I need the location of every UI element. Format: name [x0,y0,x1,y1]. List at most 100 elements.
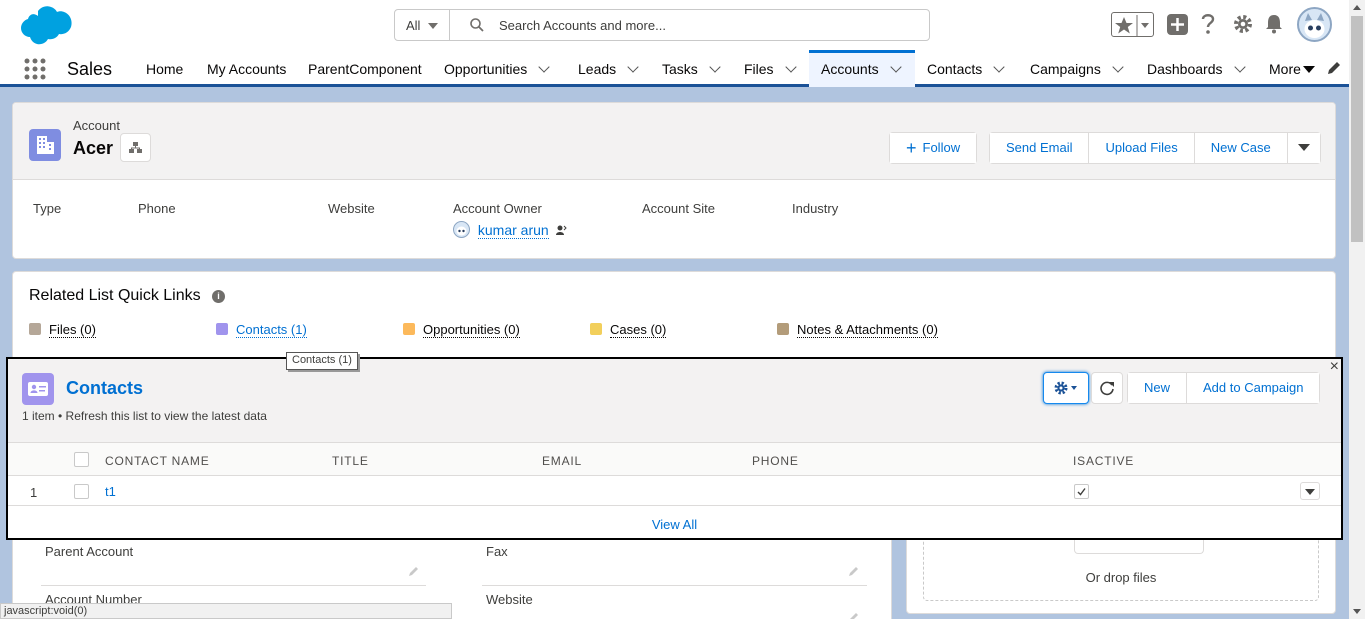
chevron-down-icon [1297,144,1310,151]
scroll-down-icon[interactable] [1353,609,1361,614]
browser-status-bar: javascript:void(0) [0,603,452,619]
scrollbar-thumb[interactable] [1351,16,1363,242]
hierarchy-icon [129,142,142,153]
table-row: 1 t1 [8,476,1341,506]
field-owner-label: Account Owner [453,201,542,216]
nav-label: Accounts [821,61,879,77]
chevron-down-icon[interactable] [709,61,721,73]
more-actions-button[interactable] [1287,133,1320,163]
drop-files-text: Or drop files [1085,570,1157,585]
column-header-title[interactable]: TITLE [332,454,369,468]
view-hierarchy-button[interactable] [120,133,151,162]
search-scope-dropdown[interactable]: All [395,10,450,40]
change-owner-icon[interactable] [555,224,567,236]
add-to-campaign-button[interactable]: Add to Campaign [1187,373,1320,403]
plus-icon: + [906,138,917,158]
global-actions-icon[interactable] [1167,14,1188,35]
global-search[interactable]: All [394,9,930,41]
column-header-email[interactable]: EMAIL [542,454,582,468]
column-header-contact-name[interactable]: CONTACT NAME [105,454,210,468]
nav-item-contacts[interactable]: Contacts [927,50,1005,87]
page-scrollbar[interactable] [1349,0,1365,619]
nav-label: Dashboards [1147,61,1223,77]
search-scope-label: All [406,18,421,33]
related-list-quick-links: Related List Quick Links i Files (0) Con… [12,271,1336,361]
quick-link-notes-attachments[interactable]: Notes & Attachments (0) [777,322,938,338]
app-navigation: Sales Home My Accounts ParentComponent O… [0,50,1349,87]
nav-item-leads[interactable]: Leads [578,50,639,87]
chevron-down-icon[interactable] [889,61,902,73]
help-icon[interactable] [1200,13,1216,35]
select-all-checkbox[interactable] [74,452,89,467]
close-icon[interactable]: × [1330,358,1339,376]
quick-link-cases[interactable]: Cases (0) [590,322,667,338]
chevron-down-icon[interactable] [784,61,797,73]
nav-item-accounts[interactable]: Accounts [809,50,915,87]
list-settings-button[interactable] [1043,372,1089,404]
edit-pencil-icon[interactable] [848,565,860,577]
send-email-button[interactable]: Send Email [990,133,1090,163]
view-all-link[interactable]: View All [8,517,1341,532]
upload-files-button[interactable]: Upload Files [1089,133,1195,163]
field-industry-label: Industry [792,201,839,216]
cases-icon [590,323,602,335]
refresh-list-button[interactable] [1091,372,1123,404]
chevron-down-icon[interactable] [1233,61,1246,73]
search-input[interactable] [499,15,919,35]
chevron-down-icon[interactable] [993,61,1005,73]
notifications-bell-icon[interactable] [1265,14,1283,34]
file-drop-zone[interactable]: Or drop files [923,531,1319,601]
salesforce-logo[interactable] [14,5,74,47]
follow-label: Follow [922,140,961,155]
row-actions-button[interactable] [1300,482,1320,500]
chevron-down-icon [1305,489,1315,495]
contacts-panel-title[interactable]: Contacts [66,378,143,399]
nav-item-tasks[interactable]: Tasks [662,50,721,87]
chevron-down-icon[interactable] [1112,61,1124,73]
column-header-isactive[interactable]: ISACTIVE [1073,454,1134,468]
edit-nav-pencil-icon[interactable] [1327,61,1341,75]
field-type-label: Type [33,201,62,216]
nav-item-parentcomponent[interactable]: ParentComponent [308,50,422,87]
nav-label: My Accounts [207,61,287,77]
row-checkbox[interactable] [74,484,89,499]
files-icon [29,323,41,335]
edit-pencil-icon[interactable] [848,611,860,619]
quick-link-files[interactable]: Files (0) [29,322,96,338]
follow-button[interactable]: + Follow [890,133,977,163]
chevron-down-icon[interactable] [538,61,550,73]
nav-label: Opportunities [444,61,528,77]
column-header-phone[interactable]: PHONE [752,454,799,468]
quick-link-label: Opportunities (0) [423,322,520,338]
contacts-tooltip: Contacts (1) [286,352,358,370]
nav-item-my-accounts[interactable]: My Accounts [207,50,286,87]
setup-gear-icon[interactable] [1232,13,1254,35]
new-contact-button[interactable]: New [1128,373,1188,403]
record-name: Acer [73,138,114,158]
contacts-related-list-panel: Contacts 1 item • Refresh this list to v… [6,357,1343,540]
quick-link-opportunities[interactable]: Opportunities (0) [403,322,520,338]
chevron-down-icon[interactable] [627,61,639,73]
new-case-button[interactable]: New Case [1194,133,1288,163]
nav-label: Campaigns [1030,61,1101,77]
nav-item-opportunities[interactable]: Opportunities [444,50,550,87]
nav-item-home[interactable]: Home [146,50,183,87]
edit-pencil-icon[interactable] [408,565,420,577]
favorites-button[interactable] [1111,12,1154,37]
record-actions-group: Send Email Upload Files New Case [989,132,1321,164]
scroll-up-icon[interactable] [1353,5,1361,10]
user-avatar[interactable] [1297,7,1332,42]
opportunities-icon [403,323,415,335]
detail-parent-account-label: Parent Account [45,544,134,559]
info-icon[interactable]: i [212,290,225,303]
account-owner-link[interactable]: kumar arun [477,222,549,239]
nav-item-more[interactable]: More [1269,50,1315,87]
contact-name-link[interactable]: t1 [105,484,116,499]
nav-item-campaigns[interactable]: Campaigns [1030,50,1124,87]
nav-item-files[interactable]: Files [744,50,797,87]
nav-item-dashboards[interactable]: Dashboards [1147,50,1246,87]
app-launcher-icon[interactable] [24,58,46,80]
quick-link-label: Notes & Attachments (0) [797,322,938,338]
chevron-down-icon [428,23,438,29]
quick-link-contacts[interactable]: Contacts (1) [216,322,307,338]
